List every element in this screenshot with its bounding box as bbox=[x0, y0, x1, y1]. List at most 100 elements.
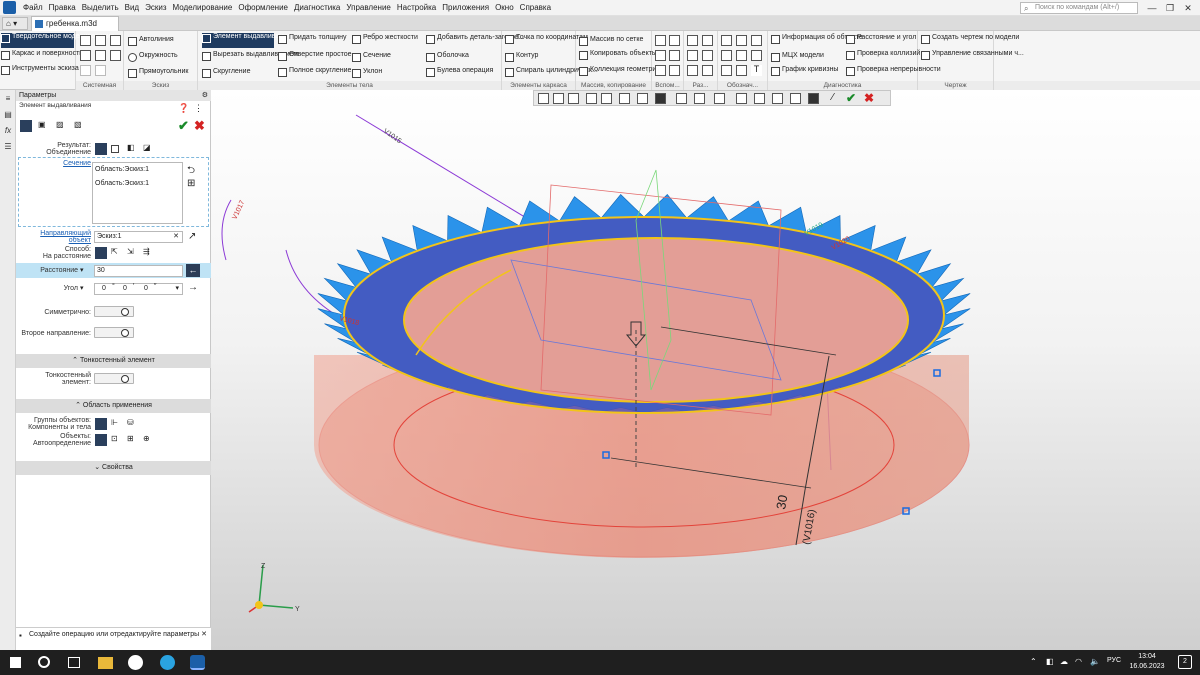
clock[interactable]: 13:04 16.06.2023 bbox=[1124, 652, 1170, 672]
draft-button[interactable]: Уклон bbox=[352, 68, 382, 78]
direction-object-link[interactable]: Направляющий объект bbox=[20, 230, 91, 244]
geometry-collection-button[interactable]: Коллекция геометрии bbox=[579, 66, 660, 76]
parameters-panel-icon[interactable]: ≡ bbox=[3, 94, 13, 104]
volume-icon[interactable]: 🔈 bbox=[1090, 657, 1100, 666]
curvature-graph-button[interactable]: График кривизны bbox=[771, 66, 838, 76]
help-icon[interactable]: ❓ bbox=[178, 103, 189, 114]
angle-dim-icon[interactable] bbox=[702, 35, 713, 46]
roughness-icon[interactable] bbox=[736, 35, 747, 46]
language-indicator[interactable]: РУС bbox=[1107, 657, 1121, 664]
undo-icon[interactable] bbox=[80, 65, 91, 76]
offset-plane-icon[interactable] bbox=[655, 50, 666, 61]
fillet-button[interactable]: Скругление bbox=[202, 68, 250, 78]
aux-point-icon[interactable] bbox=[669, 50, 680, 61]
clear-field-icon[interactable]: ✕ bbox=[173, 232, 179, 242]
section-item[interactable]: Область:Эскиз:1 bbox=[95, 165, 182, 175]
result-union-icon[interactable] bbox=[95, 143, 107, 155]
panel-options-icon[interactable]: ⋮ bbox=[194, 103, 203, 114]
menu-sketch[interactable]: Эскиз bbox=[142, 3, 169, 12]
search-icon[interactable] bbox=[38, 656, 50, 668]
task-view-icon[interactable] bbox=[68, 657, 80, 668]
direction-object-field[interactable]: Эскиз:1 ✕ bbox=[94, 231, 183, 243]
menu-management[interactable]: Управление bbox=[343, 3, 393, 12]
second-direction-toggle[interactable] bbox=[94, 327, 134, 338]
components-bodies-icon[interactable] bbox=[95, 418, 107, 430]
section-button[interactable]: Сечение bbox=[352, 52, 391, 62]
mode-wireframe-surfaces[interactable]: Каркас и поверхности bbox=[1, 50, 83, 60]
angle-direction-icon[interactable]: → bbox=[188, 282, 198, 293]
model-tree-icon[interactable]: ▤ bbox=[3, 110, 13, 120]
confirm-icon[interactable]: ✔ bbox=[178, 118, 189, 134]
menu-file[interactable]: Файл bbox=[20, 3, 46, 12]
weld-icon[interactable] bbox=[736, 65, 747, 76]
chamfer-dim-icon[interactable] bbox=[702, 65, 713, 76]
contour-button[interactable]: Контур bbox=[505, 52, 538, 62]
menu-help[interactable]: Справка bbox=[517, 3, 554, 12]
mass-props-button[interactable]: МЦХ модели bbox=[771, 52, 824, 62]
properties-section-header[interactable]: ⌄ Свойства bbox=[16, 461, 211, 475]
home-tab[interactable]: ⌂ ▾ bbox=[2, 17, 28, 30]
telegram-icon[interactable] bbox=[160, 655, 175, 670]
maximize-icon[interactable]: ❐ bbox=[1160, 1, 1180, 15]
panel-settings-icon[interactable]: ⚙ bbox=[202, 90, 208, 101]
menu-applications[interactable]: Приложения bbox=[439, 3, 492, 12]
components-icon[interactable]: ⊩ bbox=[111, 418, 123, 430]
paste-icon[interactable] bbox=[110, 50, 121, 61]
axis-icon[interactable] bbox=[669, 35, 680, 46]
tray-expand-icon[interactable]: ⌃ bbox=[1030, 657, 1037, 666]
rib-button[interactable]: Ребро жесткости bbox=[352, 34, 418, 44]
auto-detect-icon[interactable] bbox=[95, 434, 107, 446]
mode-solid-modeling[interactable]: Твердотельное моделирование bbox=[1, 33, 114, 48]
add-objects-icon[interactable]: ⊕ bbox=[143, 434, 155, 446]
menu-edit[interactable]: Правка bbox=[46, 3, 79, 12]
document-tab[interactable]: гребенка.m3d bbox=[31, 16, 119, 31]
tab-properties-icon[interactable]: ▣ bbox=[38, 120, 50, 132]
open-file-icon[interactable] bbox=[95, 35, 106, 46]
base-icon[interactable] bbox=[721, 50, 732, 61]
thicken-button[interactable]: Придать толщину bbox=[278, 34, 346, 44]
method-to-vertex-icon[interactable]: ⇱ bbox=[111, 247, 123, 259]
menu-diagnostics[interactable]: Диагностика bbox=[291, 3, 343, 12]
select-section-icon[interactable]: ⊞ bbox=[187, 178, 195, 189]
bodies-icon[interactable]: ⛁ bbox=[127, 418, 139, 430]
create-drawing-button[interactable]: Создать чертеж по модели bbox=[921, 34, 1019, 44]
position-icon[interactable] bbox=[721, 65, 732, 76]
aux-curve-icon[interactable] bbox=[669, 65, 680, 76]
tab-material-icon[interactable]: ▧ bbox=[74, 120, 86, 132]
mode-sketch-tools[interactable]: Инструменты эскиза bbox=[1, 65, 79, 75]
simple-hole-button[interactable]: Отверстие простое bbox=[278, 51, 352, 61]
arc-dim-icon[interactable] bbox=[687, 65, 698, 76]
thin-wall-section-header[interactable]: ⌃ Тонкостенный элемент bbox=[16, 354, 211, 368]
distance-input[interactable]: 30 bbox=[94, 265, 183, 277]
section-list[interactable]: Область:Эскиз:1 Область:Эскиз:1 bbox=[92, 162, 183, 224]
copy-icon[interactable] bbox=[95, 50, 106, 61]
autoline-button[interactable]: Автолиния bbox=[128, 36, 174, 46]
aux-line-icon[interactable] bbox=[655, 65, 666, 76]
boolean-button[interactable]: Булева операция bbox=[426, 67, 493, 77]
method-through-all-icon[interactable]: ⇶ bbox=[143, 247, 155, 259]
kompas-app-icon[interactable] bbox=[190, 655, 205, 670]
reverse-direction-button[interactable]: ← bbox=[186, 264, 200, 277]
angle-select-icon[interactable]: ▾ bbox=[175, 284, 179, 294]
distance-angle-button[interactable]: Расстояние и угол bbox=[846, 34, 916, 44]
command-search-input[interactable]: ⌕ Поиск по командам (Alt+/) bbox=[1020, 2, 1138, 14]
distance-dropdown-icon[interactable]: ▾ bbox=[80, 266, 84, 274]
collision-check-button[interactable]: Проверка коллизий bbox=[846, 50, 920, 60]
pick-direction-icon[interactable]: ↗ bbox=[188, 231, 196, 242]
menu-design[interactable]: Оформление bbox=[235, 3, 291, 12]
notifications-icon[interactable]: 2 bbox=[1178, 655, 1192, 669]
grid-array-button[interactable]: Массив по сетке bbox=[579, 36, 643, 46]
model-viewport[interactable]: ⁄ ✔ ✖ 30 (V1016) V1015 V1017 V1018 V1019… bbox=[211, 90, 1200, 650]
tab-display-icon[interactable]: ▨ bbox=[56, 120, 68, 132]
shell-button[interactable]: Оболочка bbox=[426, 52, 469, 62]
windows-start-icon[interactable] bbox=[10, 657, 21, 668]
wifi-icon[interactable]: ◠ bbox=[1075, 657, 1082, 666]
yandex-browser-icon[interactable] bbox=[128, 655, 143, 670]
menu-settings[interactable]: Настройка bbox=[394, 3, 439, 12]
thread-icon[interactable] bbox=[751, 50, 762, 61]
extrude-button[interactable]: Элемент выдавливания bbox=[202, 33, 291, 48]
variables-icon[interactable]: fx bbox=[3, 126, 13, 136]
cancel-icon[interactable]: ✖ bbox=[194, 118, 205, 134]
minimize-icon[interactable]: — bbox=[1142, 1, 1162, 15]
dimension-value[interactable]: 30 bbox=[773, 494, 790, 511]
